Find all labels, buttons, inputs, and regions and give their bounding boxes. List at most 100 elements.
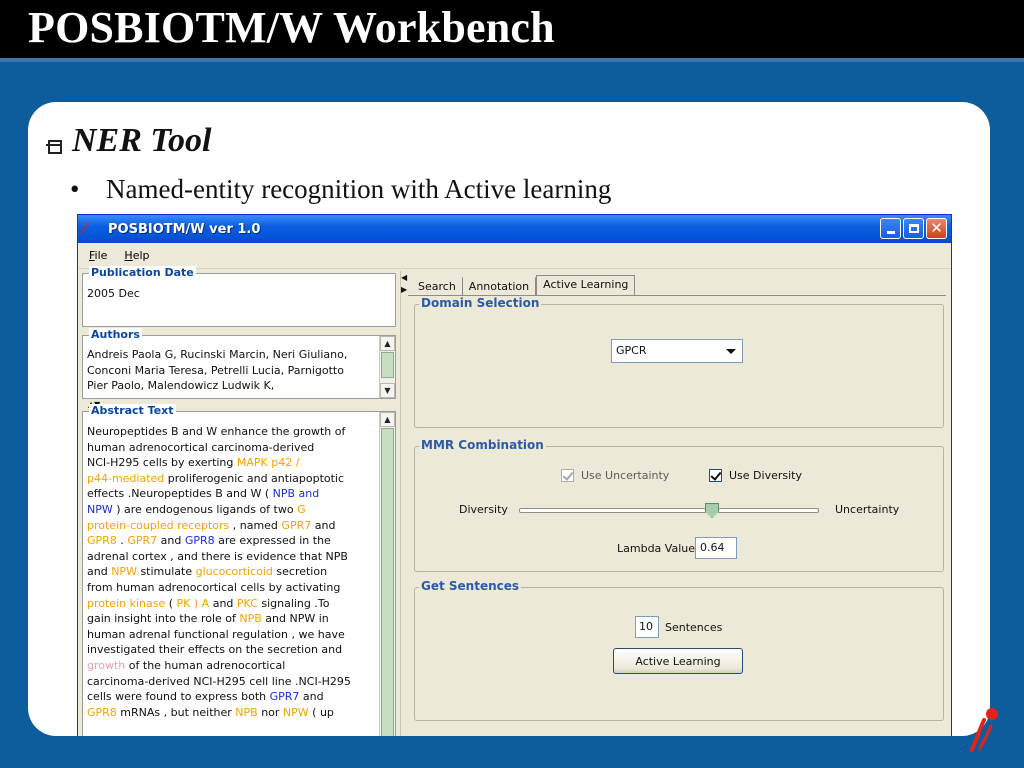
abstract-segment: .	[116, 534, 128, 548]
entity-highlight: NPB	[239, 612, 262, 626]
abstract-line: investigated their effects on the secret…	[87, 642, 375, 658]
abstract-segment: nor	[257, 705, 283, 719]
menu-help[interactable]: Help	[124, 249, 149, 262]
entity-highlight: protein-coupled receptors	[87, 518, 230, 532]
abstract-line: NPW ) are endogenous ligands of two G	[87, 502, 375, 518]
mmr-combination-panel: MMR Combination Use Uncertainty Use Dive…	[414, 438, 944, 572]
entity-highlight: NPW	[111, 565, 137, 579]
publication-date-box: Publication Date 2005 Dec	[82, 266, 396, 327]
slider-left-label: Diversity	[459, 503, 508, 516]
bullet-icon	[46, 138, 62, 154]
entity-highlight: glucocorticoid	[195, 565, 273, 579]
window-controls: ✕	[880, 218, 947, 239]
scroll-thumb[interactable]	[381, 352, 394, 378]
abstract-line: Neuropeptides B and W enhance the growth…	[87, 424, 375, 440]
close-button[interactable]: ✕	[926, 218, 947, 239]
domain-select[interactable]: GPCR	[611, 339, 743, 363]
authors-scrollbar[interactable]: ▲ ▼	[379, 336, 395, 398]
app-window: ⁄ POSBIOTM/W ver 1.0 ✕ File Help Publica…	[77, 214, 952, 736]
lambda-slider[interactable]	[519, 503, 819, 518]
menu-bar: File Help	[78, 243, 951, 269]
abstract-line: gain insight into the role of NPB and NP…	[87, 611, 375, 627]
abstract-segment: and	[299, 690, 324, 704]
abstract-line: GPR8 mRNAs , but neither NPB nor NPW ( u…	[87, 705, 375, 721]
abstract-segment: and	[157, 534, 185, 548]
entity-highlight: NPW	[87, 502, 113, 516]
get-sentences-label: Get Sentences	[419, 579, 522, 593]
use-diversity-checkbox[interactable]: Use Diversity	[709, 469, 802, 482]
slide-title: POSBIOTM/W Workbench	[28, 3, 555, 52]
abstract-scrollbar[interactable]: ▲	[379, 412, 395, 736]
authors-label: Authors	[89, 328, 142, 341]
entity-highlight: G	[297, 502, 306, 516]
scroll-thumb[interactable]	[381, 428, 394, 736]
minimize-button[interactable]	[880, 218, 901, 239]
scroll-up-icon[interactable]: ▲	[380, 336, 395, 351]
lambda-value-field[interactable]: 0.64	[695, 537, 737, 559]
entity-highlight: NPW	[282, 705, 309, 719]
scroll-up-icon[interactable]: ▲	[380, 412, 395, 427]
abstract-line: human adrenal functional regulation , we…	[87, 627, 375, 643]
abstract-segment: are expressed in the	[214, 534, 331, 548]
active-learning-button[interactable]: Active Learning	[613, 648, 743, 674]
entity-highlight: GPR7	[269, 690, 300, 704]
entity-highlight: NPB	[235, 705, 258, 719]
abstract-text[interactable]: Neuropeptides B and W enhance the growth…	[83, 412, 379, 720]
abstract-segment: effects .Neuropeptides B and W (	[87, 487, 273, 501]
abstract-segment: and	[87, 565, 112, 579]
slider-right-label: Uncertainty	[835, 503, 900, 516]
abstract-label: Abstract Text	[89, 404, 176, 417]
abstract-segment: adrenal cortex , and there is evidence t…	[87, 549, 348, 563]
abstract-line: effects .Neuropeptides B and W ( NPB and	[87, 486, 375, 502]
abstract-segment: , named	[229, 518, 282, 532]
maximize-button[interactable]	[903, 218, 924, 239]
abstract-segment: proliferogenic and antiapoptotic	[164, 471, 345, 485]
entity-highlight: growth	[87, 658, 126, 672]
abstract-segment: NCI-H295 cells by exerting	[87, 456, 237, 470]
chevron-down-icon	[726, 349, 736, 354]
abstract-segment: (	[165, 596, 177, 610]
abstract-segment: investigated their effects on the secret…	[87, 643, 343, 657]
entity-highlight: GPR8	[184, 534, 215, 548]
abstract-segment: of the human adrenocortical	[125, 658, 286, 672]
entity-highlight: MAPK p42 /	[236, 456, 300, 470]
active-learning-panel: Domain Selection GPCR MMR Combination Us…	[408, 295, 946, 736]
bullet-ner-tool: NER Tool	[46, 122, 212, 160]
abstract-line: cells were found to express both GPR7 an…	[87, 689, 375, 705]
sub-bullet-text: Named-entity recognition with Active lea…	[106, 174, 612, 204]
corner-logo	[970, 708, 998, 752]
publication-date-label: Publication Date	[89, 266, 196, 279]
abstract-segment: cells were found to express both	[87, 690, 270, 704]
tab-search[interactable]: Search	[412, 277, 463, 295]
use-uncertainty-label: Use Uncertainty	[581, 469, 670, 482]
tab-annotation[interactable]: Annotation	[463, 277, 537, 295]
abstract-segment: stimulate	[136, 565, 196, 579]
slide-content-panel: NER Tool • Named-entity recognition with…	[28, 102, 990, 736]
authors-text[interactable]: Andreis Paola G, Rucinski Marcin, Neri G…	[83, 336, 379, 394]
collapse-left-icon[interactable]: ◀	[401, 273, 407, 282]
abstract-line: growth of the human adrenocortical	[87, 658, 375, 674]
entity-highlight: GPR7	[127, 534, 158, 548]
sentence-count-field[interactable]: 10	[635, 616, 659, 638]
use-uncertainty-checkbox[interactable]: Use Uncertainty	[561, 469, 669, 482]
entity-highlight: NPB and	[272, 487, 320, 501]
abstract-line: NCI-H295 cells by exerting MAPK p42 /	[87, 455, 375, 471]
entity-highlight: GPR8	[87, 534, 117, 548]
abstract-line: from human adrenocortical cells by activ…	[87, 580, 375, 596]
menu-file[interactable]: File	[89, 249, 107, 262]
vertical-splitter[interactable]: ◀ ▶	[400, 271, 407, 736]
expand-right-icon[interactable]: ▶	[401, 285, 407, 294]
abstract-segment: mRNAs , but neither	[116, 705, 236, 719]
entity-highlight: p44-mediated	[87, 471, 165, 485]
abstract-segment: and	[209, 596, 237, 610]
maximize-icon	[908, 224, 919, 233]
slider-thumb[interactable]	[705, 503, 719, 518]
active-learning-button-label: Active Learning	[635, 654, 721, 668]
tab-active-learning[interactable]: Active Learning	[536, 275, 636, 295]
abstract-line: human adrenocortical carcinoma-derived	[87, 440, 375, 456]
window-title-bar[interactable]: ⁄ POSBIOTM/W ver 1.0 ✕	[78, 215, 951, 243]
bullet-title: NER Tool	[72, 122, 212, 159]
sentences-label: Sentences	[665, 621, 723, 634]
authors-line: Pier Paolo, Malendowicz Ludwik K,	[87, 379, 275, 393]
scroll-down-icon[interactable]: ▼	[380, 383, 395, 398]
